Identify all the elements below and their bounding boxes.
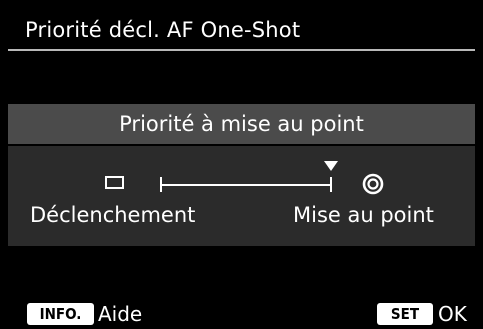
camera-menu-screen: Priorité décl. AF One-Shot Priorité à mi… (0, 0, 483, 329)
help-label: Aide (98, 302, 143, 326)
ok-label: OK (438, 302, 467, 326)
release-square-icon (105, 176, 124, 189)
current-setting-value: Priorité à mise au point (119, 112, 364, 136)
scale-pointer-icon[interactable] (322, 160, 340, 172)
focus-label: Mise au point (293, 203, 434, 227)
scale-end-right-tick (330, 177, 332, 192)
info-button[interactable]: INFO. (27, 303, 94, 325)
priority-scale-track[interactable] (161, 184, 331, 186)
page-title: Priorité décl. AF One-Shot (25, 18, 301, 42)
footer-bar: INFO. Aide SET OK (0, 301, 483, 327)
set-button[interactable]: SET (377, 303, 433, 325)
title-divider (8, 49, 475, 51)
focus-target-icon (362, 173, 384, 195)
priority-slider-panel[interactable] (8, 146, 475, 246)
release-label: Déclenchement (30, 203, 196, 227)
current-setting-bar[interactable]: Priorité à mise au point (8, 104, 475, 144)
